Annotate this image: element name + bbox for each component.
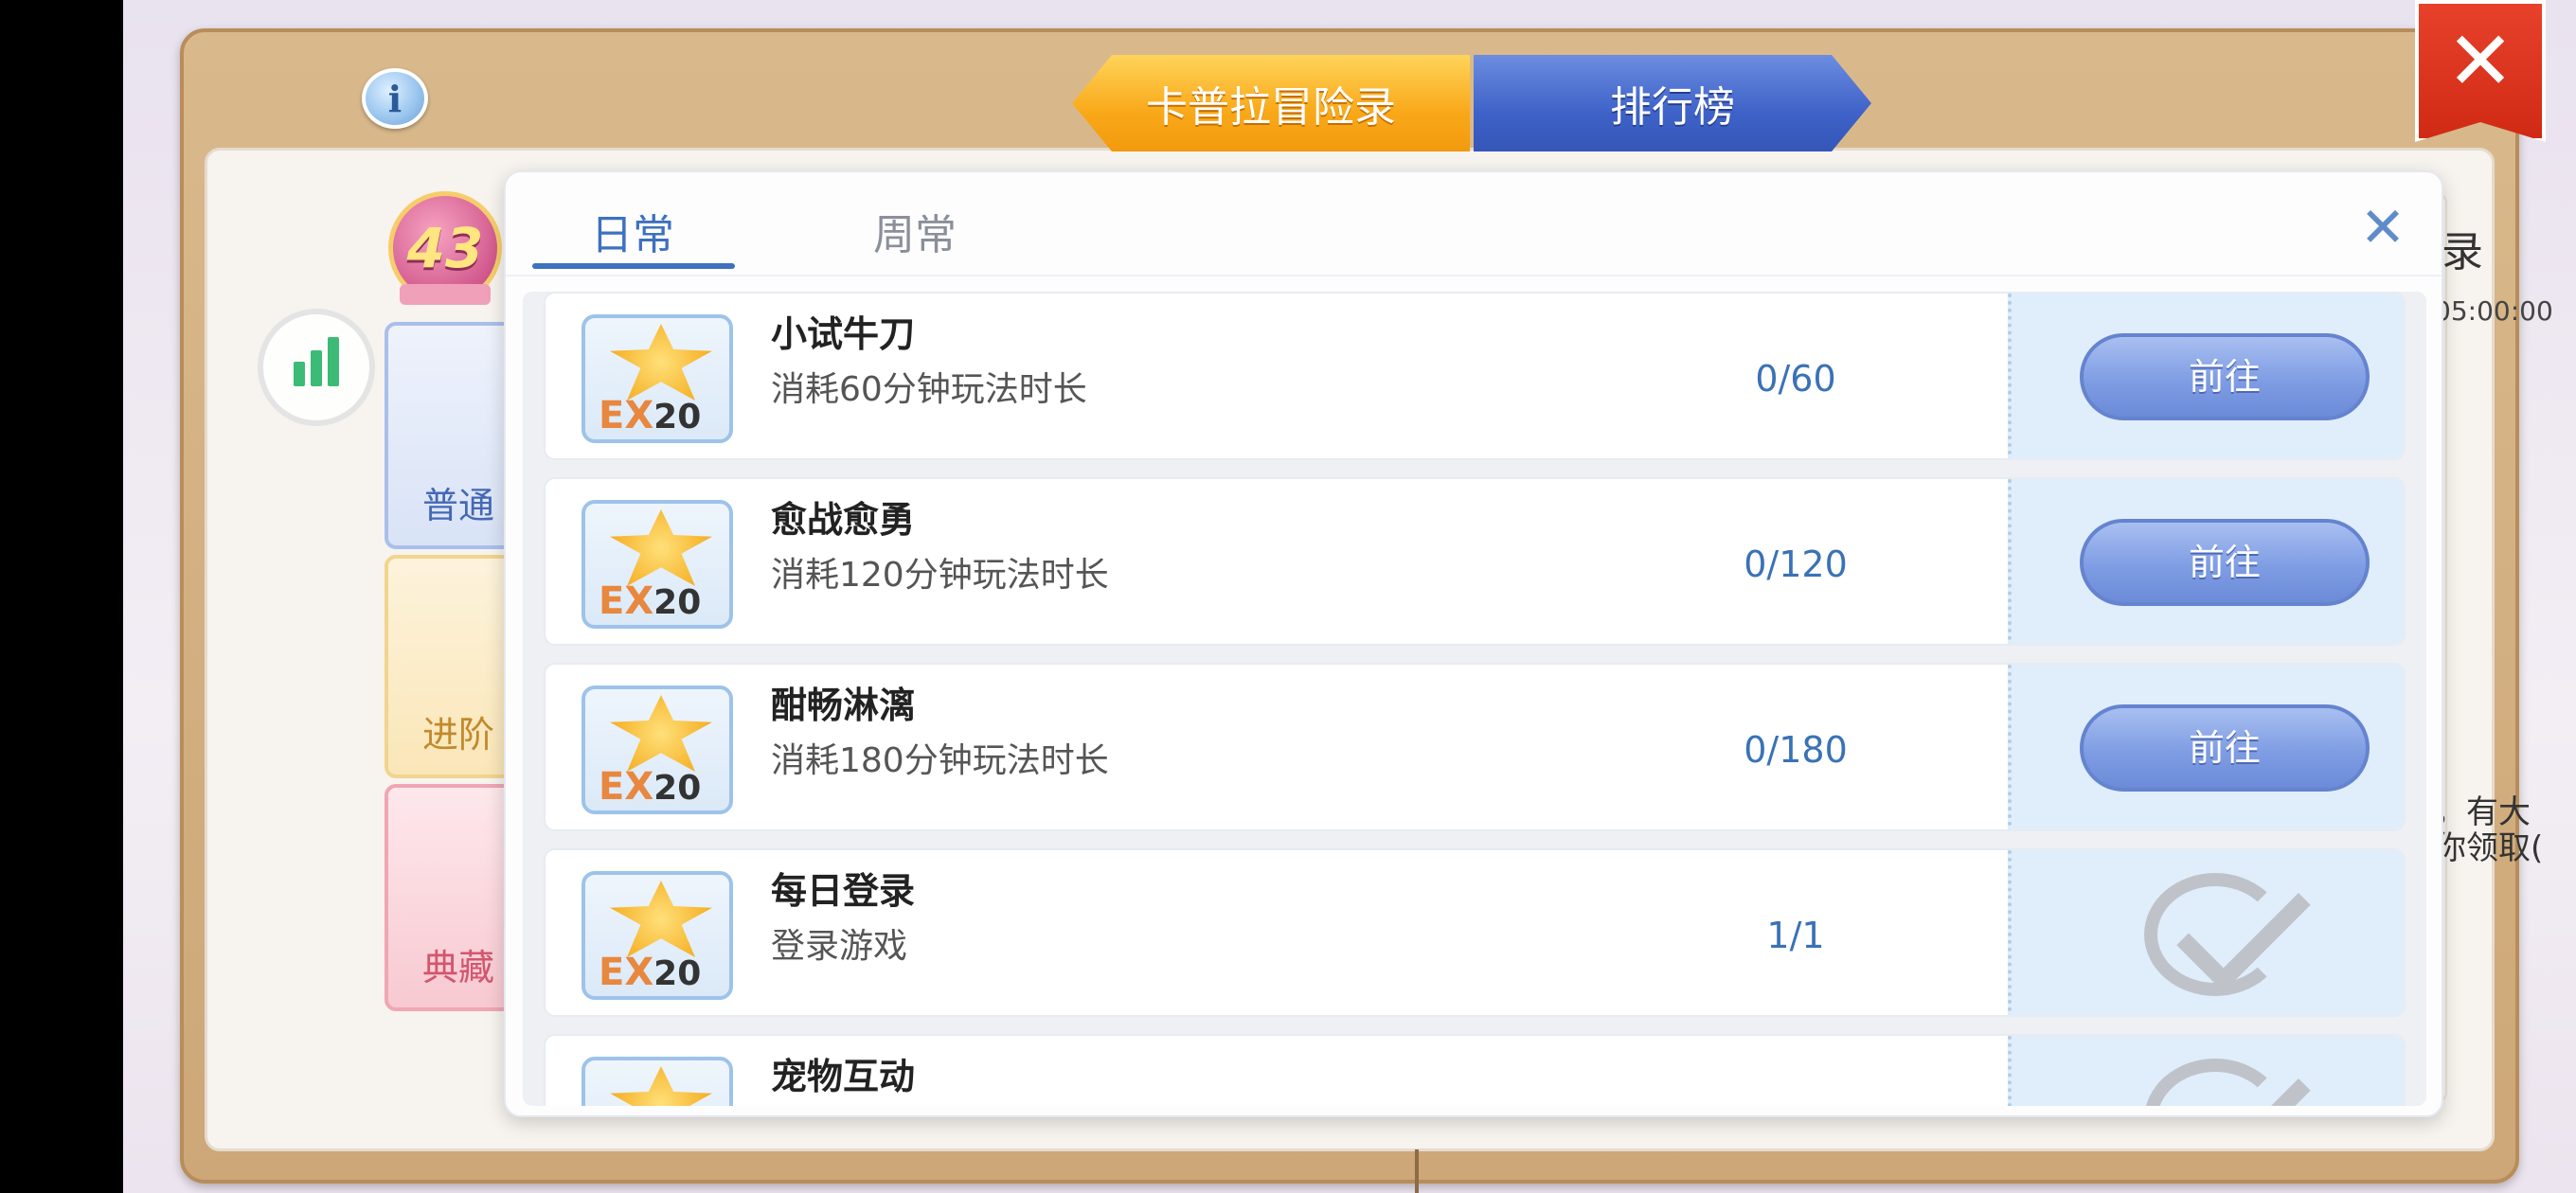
go-button[interactable]: 前往 [2080,519,2370,606]
quest-progress: 0/60 [1755,358,1836,400]
reward-prefix: EX [599,765,654,809]
star-icon [610,1066,712,1106]
signal-bar [328,337,339,386]
level-ribbon [400,284,491,305]
completed-check-icon [2135,858,2311,1006]
quest-row: EX20 每日登录 登录游戏 1/1 [544,848,2406,1017]
quest-progress: 1/1 [1766,915,1825,956]
card-normal[interactable]: 普通 [385,322,517,549]
reward-prefix: EX [599,579,654,623]
signal-icon[interactable] [258,309,375,426]
tab-label: 排行榜 [1610,83,1735,132]
quest-title: 愈战愈勇 [771,499,916,541]
quest-row: EX20 愈战愈勇 消耗120分钟玩法时长 0/120 前往 [544,477,2406,646]
card-advanced[interactable]: 进阶 [385,555,517,778]
quest-row: EX20 小试牛刀 消耗60分钟玩法时长 0/60 前往 [544,292,2406,460]
quest-action-area [2008,850,2404,1015]
reward-amount: 20 [653,583,702,622]
completed-check-icon [2135,1043,2311,1106]
quest-desc: 消耗120分钟玩法时长 [771,556,1109,595]
reward-icon: EX20 [581,314,733,443]
go-button[interactable]: 前往 [2080,333,2370,420]
close-icon[interactable]: ✕ [2415,0,2546,142]
quest-desc: 消耗180分钟玩法时长 [771,741,1109,780]
go-button[interactable]: 前往 [2080,704,2370,792]
tab-kapra-adventure[interactable]: 卡普拉冒险录 [1072,55,1470,151]
quest-action-area [2008,1036,2404,1106]
quest-progress: 0/120 [1744,543,1848,585]
quest-modal: 日常 周常 ✕ EX20 小试牛刀 消耗60分钟玩法时长 0/60 前往 EX2… [504,170,2443,1117]
reward-amount: 20 [653,398,702,436]
quest-list[interactable]: EX20 小试牛刀 消耗60分钟玩法时长 0/60 前往 EX20 愈战愈勇 消… [523,292,2426,1106]
right-page-desc: 你领取( [2434,829,2544,867]
quest-tabs: 日常 周常 ✕ [506,172,2442,276]
quest-title: 酣畅淋漓 [771,685,916,726]
quest-progress: 0/180 [1744,729,1848,771]
quest-action-area: 前往 [2008,294,2404,458]
card-label: 普通 [422,485,495,526]
quest-desc: 消耗60分钟玩法时长 [771,370,1087,409]
quest-row: EX20 宠物互动 [544,1034,2406,1106]
right-page-title: 录 [2442,228,2483,276]
reward-amount: 20 [653,769,702,808]
reward-icon: EX20 [581,871,733,1000]
close-x-icon[interactable]: ✕ [2354,199,2411,256]
quest-action-area: 前往 [2008,665,2404,829]
reward-prefix: EX [599,394,654,437]
reward-label: EX20 [599,765,701,809]
reward-icon: EX20 [581,1057,733,1106]
quest-desc: 登录游戏 [771,927,908,966]
reward-label: EX20 [599,951,701,994]
reward-icon: EX20 [581,686,733,814]
card-collection[interactable]: 典藏 [385,784,517,1011]
reward-icon: EX20 [581,500,733,629]
card-label: 典藏 [422,947,495,988]
level-number: 43 [406,216,484,280]
right-page-time: 05:00:00 [2434,295,2553,327]
signal-bar [294,362,305,386]
signal-bar [311,350,322,386]
game-screen: i 卡普拉冒险录 排行榜 ✕ 43 普通 进阶 典藏 录 05:00:00 ，有… [123,0,2576,1193]
tab-daily[interactable]: 日常 [591,201,674,261]
tab-label: 卡普拉冒险录 [1146,83,1396,132]
active-tab-underline [532,263,735,269]
tab-weekly[interactable]: 周常 [873,201,957,261]
quest-row: EX20 酣畅淋漓 消耗180分钟玩法时长 0/180 前往 [544,663,2406,831]
card-label: 进阶 [422,714,495,756]
reward-label: EX20 [599,579,701,623]
quest-title: 宠物互动 [771,1056,916,1097]
quest-action-area: 前往 [2008,479,2404,644]
book-spine [1415,1149,1419,1193]
quest-title: 小试牛刀 [771,313,916,355]
tab-leaderboard[interactable]: 排行榜 [1474,55,1871,151]
quest-title: 每日登录 [771,870,916,912]
reward-amount: 20 [653,954,702,993]
info-icon[interactable]: i [362,68,428,129]
reward-label: EX20 [599,394,701,437]
reward-prefix: EX [599,951,654,994]
